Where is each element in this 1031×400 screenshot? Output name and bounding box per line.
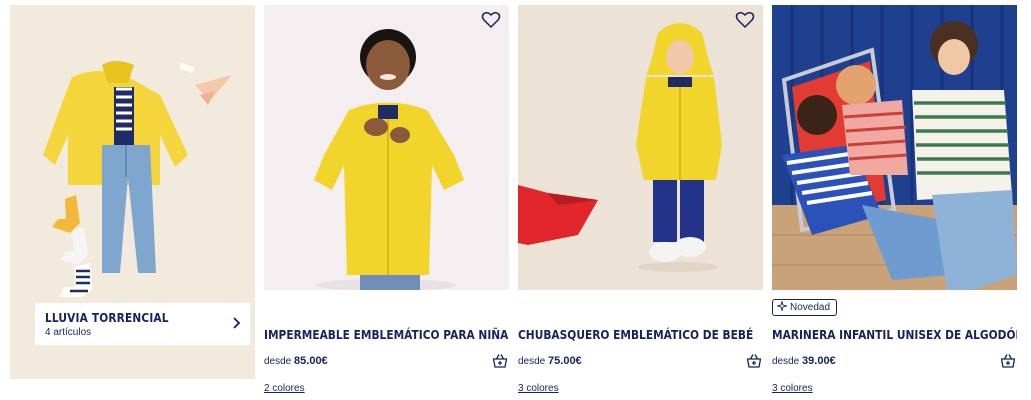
product-image[interactable]: [772, 5, 1017, 290]
product-colors-link[interactable]: 3 colores: [518, 383, 559, 394]
price-prefix: desde: [518, 356, 546, 367]
product-photo: [518, 5, 763, 290]
product-colors-link[interactable]: 2 colores: [264, 383, 305, 394]
product-photo: [772, 5, 1017, 290]
product-title[interactable]: IMPERMEABLE EMBLEMÁTICO PARA NIÑA…: [264, 327, 509, 342]
basket-plus-icon[interactable]: [492, 353, 508, 369]
basket-plus-icon[interactable]: [746, 353, 762, 369]
product-title[interactable]: MARINERA INFANTIL UNISEX DE ALGODÓN…: [772, 327, 1017, 342]
product-price: desde 85.00€: [264, 355, 328, 367]
product-title[interactable]: CHUBASQUERO EMBLEMÁTICO DE BEBÉ: [518, 327, 763, 342]
price-value: 85.00€: [294, 355, 328, 367]
price-value: 39.00€: [802, 355, 836, 367]
novelty-badge: Novedad: [772, 299, 838, 316]
product-price: desde 39.00€: [772, 355, 836, 367]
product-price: desde 75.00€: [518, 355, 582, 367]
product-image[interactable]: [518, 5, 763, 290]
badge-label: Novedad: [790, 302, 831, 313]
product-photo: [264, 5, 509, 290]
price-value: 75.00€: [548, 355, 582, 367]
price-prefix: desde: [264, 356, 292, 367]
promo-item-count: 4 artículos: [45, 327, 92, 338]
heart-outline-icon[interactable]: [481, 11, 501, 29]
promo-tile[interactable]: LLUVIA TORRENCIAL 4 artículos: [10, 5, 255, 379]
heart-outline-icon[interactable]: [735, 11, 755, 29]
promo-title: LLUVIA TORRENCIAL: [45, 311, 169, 325]
sparkle-icon: [777, 301, 787, 311]
product-card[interactable]: IMPERMEABLE EMBLEMÁTICO PARA NIÑA… desde…: [264, 5, 509, 395]
product-colors-link[interactable]: 3 colores: [772, 383, 813, 394]
chevron-right-icon[interactable]: [228, 315, 244, 331]
promo-card[interactable]: LLUVIA TORRENCIAL 4 artículos: [35, 303, 250, 345]
basket-plus-icon[interactable]: [1000, 353, 1016, 369]
product-image[interactable]: [264, 5, 509, 290]
product-card[interactable]: Novedad MARINERA INFANTIL UNISEX DE ALGO…: [772, 5, 1017, 395]
price-prefix: desde: [772, 356, 800, 367]
product-card[interactable]: CHUBASQUERO EMBLEMÁTICO DE BEBÉ desde 75…: [518, 5, 763, 395]
